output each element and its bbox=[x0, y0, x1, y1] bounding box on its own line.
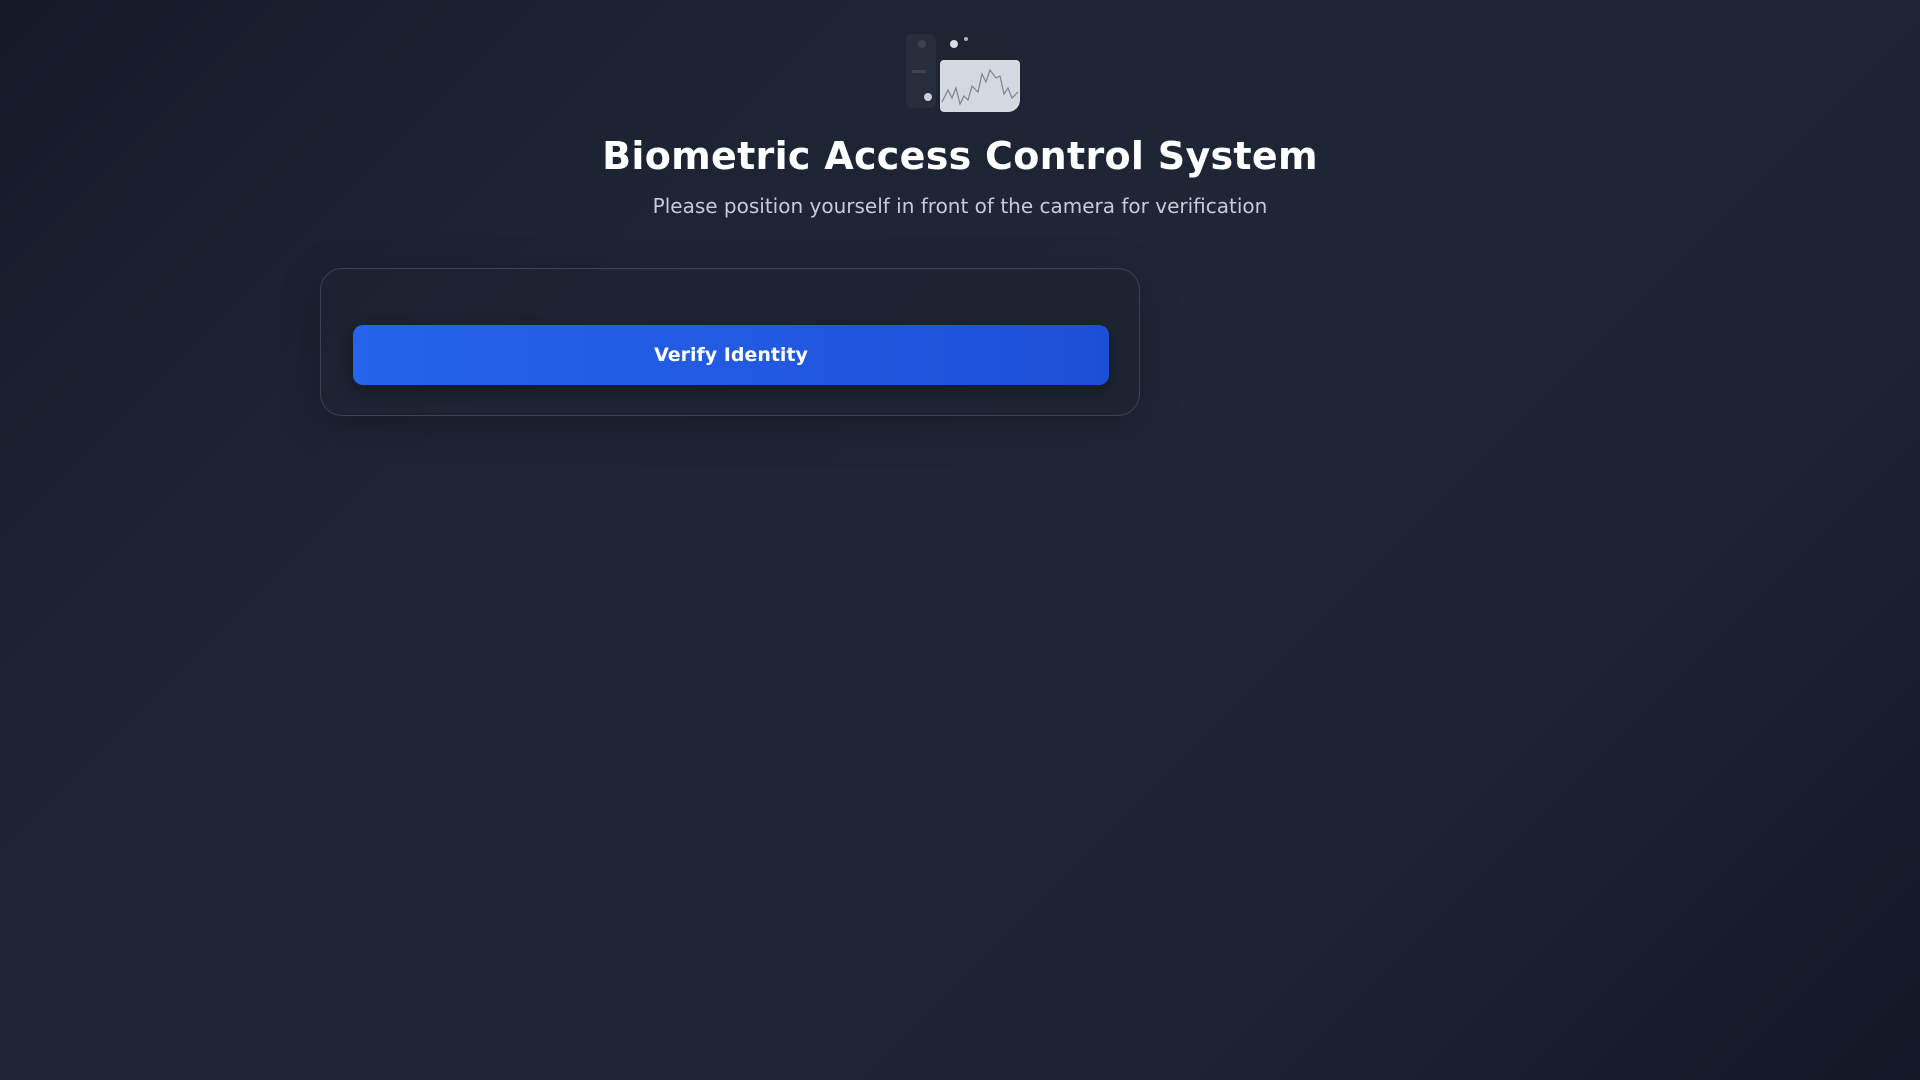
camera-feed-thumbnail-icon bbox=[900, 30, 1020, 112]
verify-identity-button[interactable]: Verify Identity bbox=[353, 325, 1109, 385]
page-title: Biometric Access Control System bbox=[602, 134, 1318, 178]
verification-card: Verify Identity bbox=[320, 268, 1140, 416]
page-subtitle: Please position yourself in front of the… bbox=[652, 194, 1268, 218]
